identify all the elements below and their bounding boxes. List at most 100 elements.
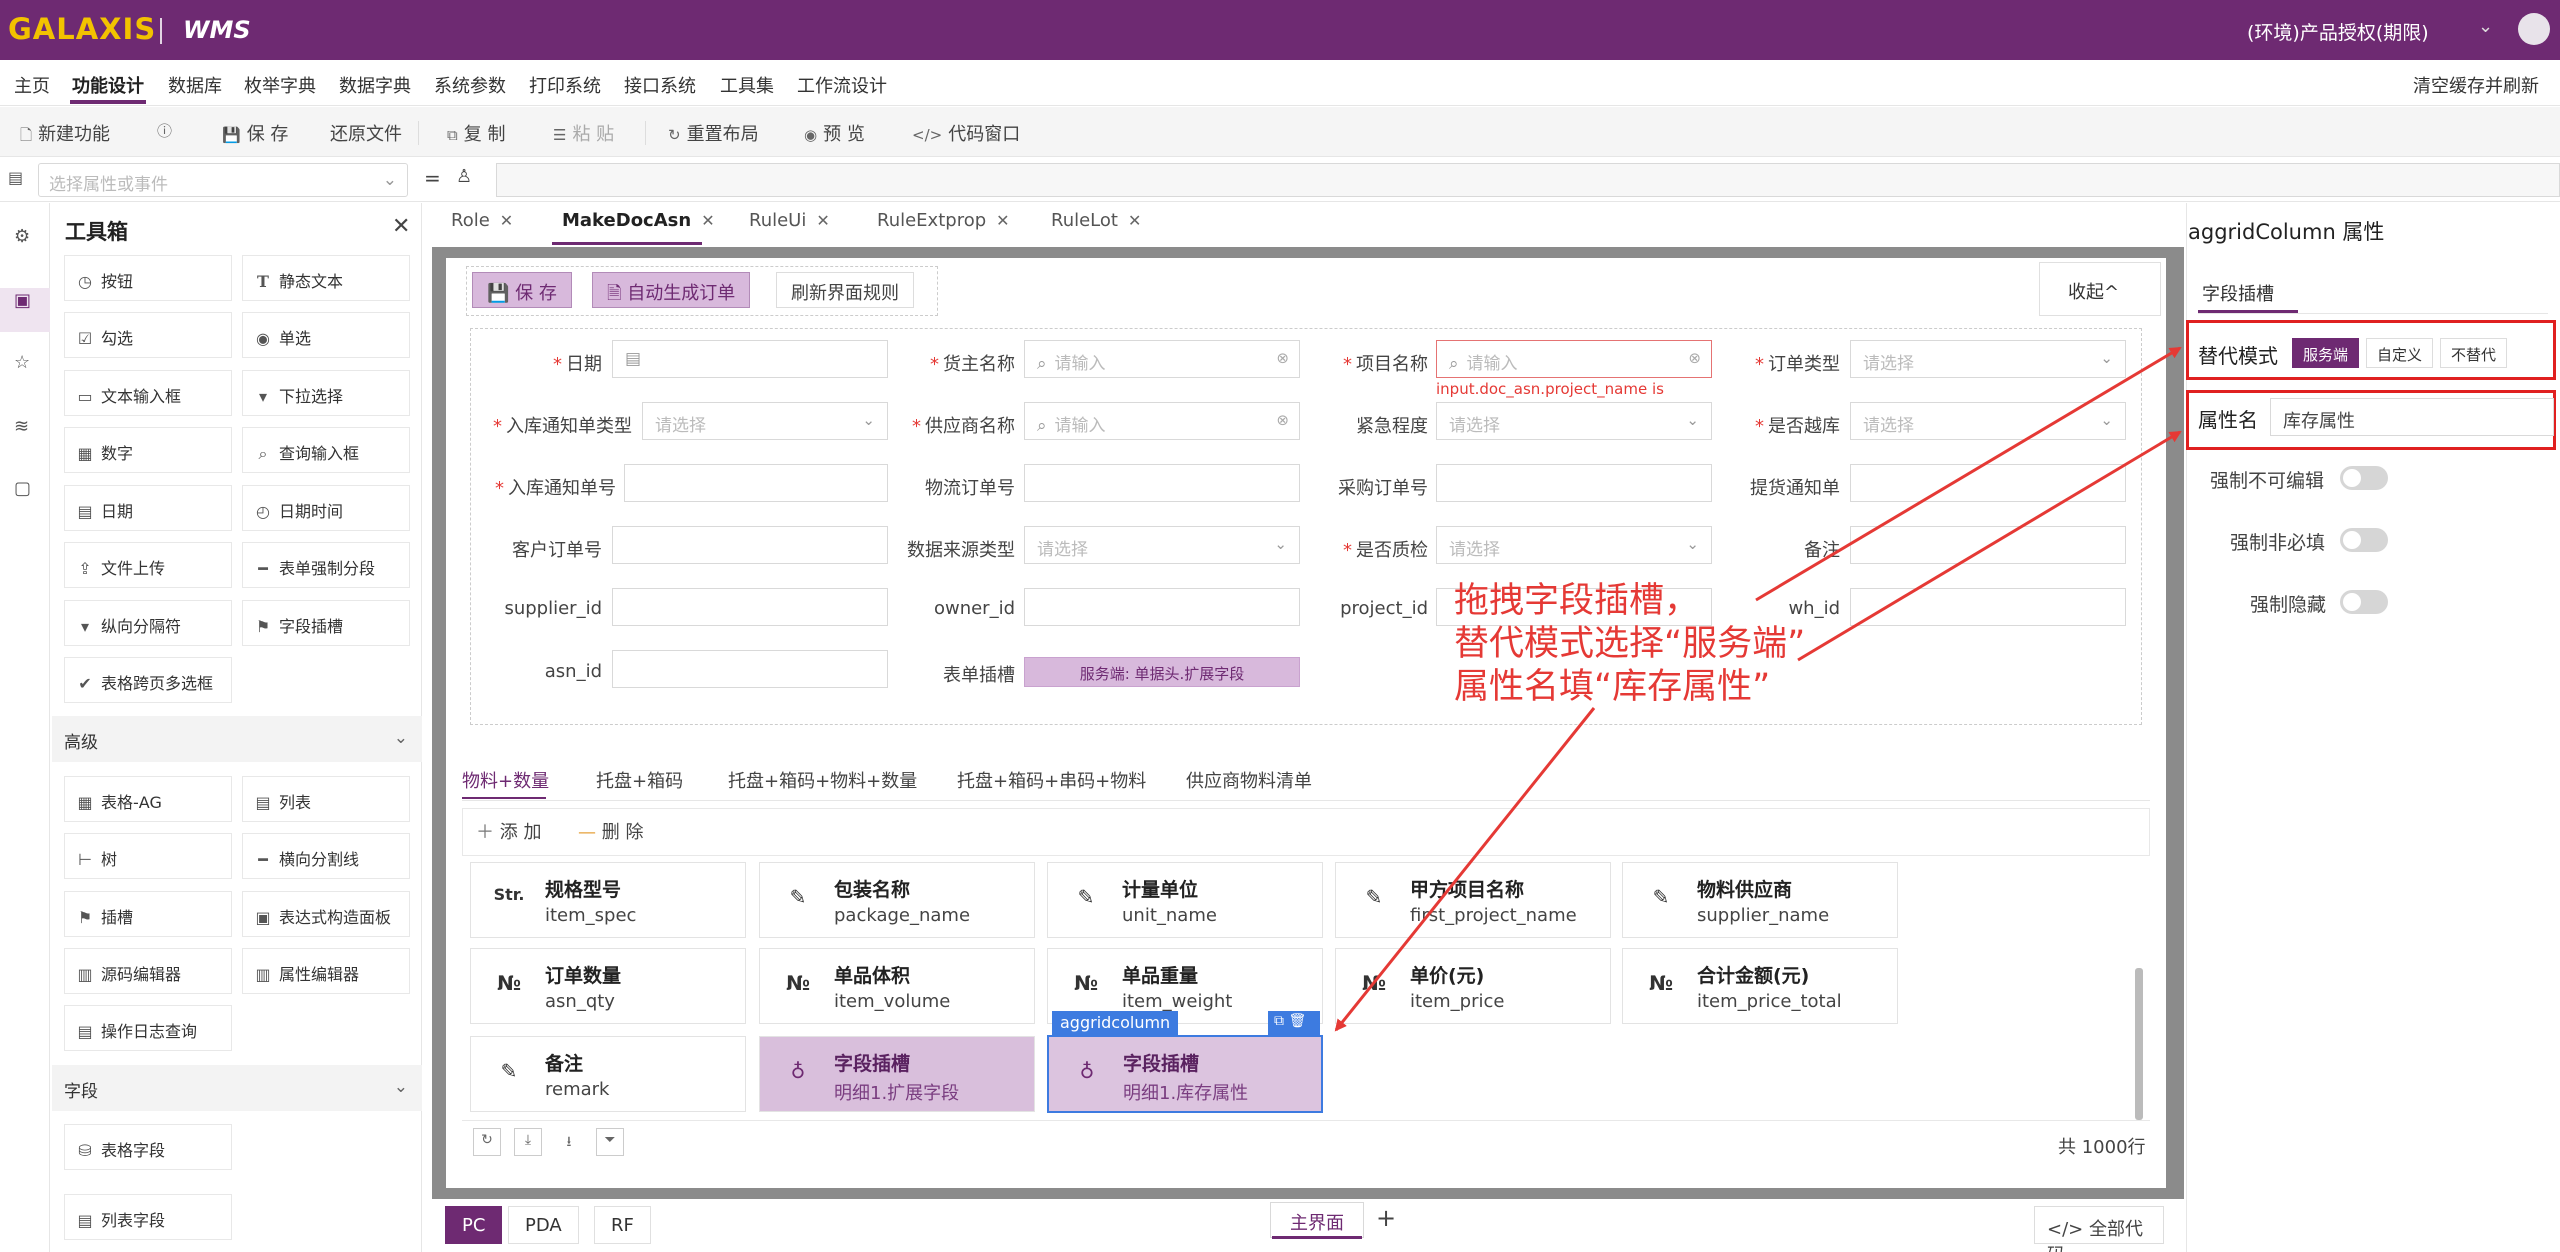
- tool-number[interactable]: ▦ 数字: [64, 427, 232, 473]
- supplier-input[interactable]: ⌕ 请输入 ⊗: [1024, 402, 1300, 440]
- field-card[interactable]: № 单价(元) item_price: [1335, 948, 1611, 1024]
- menu-database[interactable]: 数据库: [168, 72, 222, 98]
- avatar[interactable]: [2518, 13, 2550, 45]
- field-slot-card[interactable]: ♁ 字段插槽 明细1.扩展字段: [759, 1036, 1035, 1112]
- tool-checkbox[interactable]: ☑ 勾选: [64, 312, 232, 358]
- section-fields[interactable]: 字段 ⌄: [52, 1065, 422, 1111]
- menu-home[interactable]: 主页: [14, 72, 50, 98]
- tool-datetime[interactable]: ◴ 日期时间: [242, 485, 410, 531]
- overbook-select[interactable]: 请选择 ⌄: [1850, 402, 2126, 440]
- field-card[interactable]: Str. 规格型号 item_spec: [470, 862, 746, 938]
- mode-server[interactable]: 服务端: [2292, 338, 2360, 368]
- tool-slot[interactable]: ⚑ 插槽: [64, 891, 232, 937]
- toolbox-icon[interactable]: ▣: [14, 290, 31, 311]
- tool-list[interactable]: ▤ 列表: [242, 776, 410, 822]
- tool-source-editor[interactable]: ▥ 源码编辑器: [64, 948, 232, 994]
- clear-cache-link[interactable]: 清空缓存并刷新: [2413, 72, 2539, 98]
- mode-custom[interactable]: 自定义: [2366, 338, 2434, 368]
- supplier-id-input[interactable]: [612, 588, 888, 626]
- add-view-icon[interactable]: +: [1376, 1204, 1396, 1232]
- auto-order-button[interactable]: 🗎 自动生成订单: [592, 272, 751, 308]
- tool-cross-page-select[interactable]: ✔ 表格跨页多选框: [64, 657, 232, 703]
- components-icon[interactable]: ⚙: [14, 226, 30, 247]
- readonly-switch[interactable]: [2340, 466, 2388, 490]
- form-slot-tag[interactable]: 服务端: 单据头.扩展字段: [1024, 657, 1300, 687]
- tab-rulelot[interactable]: RuleLot ✕: [1051, 210, 1141, 231]
- wh-id-input[interactable]: [1850, 588, 2126, 626]
- menu-system-params[interactable]: 系统参数: [434, 72, 506, 98]
- owner-id-input[interactable]: [1024, 588, 1300, 626]
- close-icon[interactable]: ✕: [1128, 211, 1141, 230]
- page-icon[interactable]: ▢: [14, 478, 31, 499]
- info-icon[interactable]: ⓘ: [157, 120, 178, 141]
- notice-type-select[interactable]: 请选择 ⌄: [642, 402, 888, 440]
- refresh-icon[interactable]: ↻: [473, 1128, 501, 1156]
- export-icon[interactable]: ⭳: [555, 1128, 583, 1156]
- date-input[interactable]: ▤: [612, 340, 888, 378]
- tool-file-upload[interactable]: ⇪ 文件上传: [64, 542, 232, 588]
- reset-layout-button[interactable]: ↻ 重置布局: [668, 120, 759, 146]
- field-card[interactable]: № 合计金额(元) item_price_total: [1622, 948, 1898, 1024]
- main-view-tab[interactable]: 主界面: [1270, 1202, 1364, 1238]
- field-card[interactable]: ✎ 甲方项目名称 first_project_name: [1335, 862, 1611, 938]
- field-card[interactable]: ✎ 包装名称 package_name: [759, 862, 1035, 938]
- tool-expression-panel[interactable]: ▣ 表达式构造面板: [242, 891, 410, 937]
- menu-interface-system[interactable]: 接口系统: [624, 72, 696, 98]
- paste-button[interactable]: ☰ 粘 贴: [553, 120, 614, 146]
- tool-property-editor[interactable]: ▥ 属性编辑器: [242, 948, 410, 994]
- copy-button[interactable]: ⧉ 复 制: [447, 120, 505, 146]
- urgency-select[interactable]: 请选择 ⌄: [1436, 402, 1712, 440]
- inner-tab-pallet-box-serial-material[interactable]: 托盘+箱码+串码+物料: [957, 767, 1146, 793]
- platform-tab-rf[interactable]: RF: [594, 1206, 651, 1244]
- tool-list-field[interactable]: ▤ 列表字段: [64, 1194, 232, 1240]
- field-card[interactable]: ✎ 备注 remark: [470, 1036, 746, 1112]
- field-card[interactable]: ✎ 物料供应商 supplier_name: [1622, 862, 1898, 938]
- pickup-input[interactable]: [1850, 464, 2126, 502]
- grid-scrollbar[interactable]: [2135, 968, 2143, 1120]
- tab-field-slot[interactable]: 字段插槽: [2202, 280, 2274, 306]
- user-icon[interactable]: ♙: [456, 166, 472, 187]
- order-type-select[interactable]: 请选择 ⌄: [1850, 340, 2126, 378]
- tool-button[interactable]: ◷ 按钮: [64, 255, 232, 301]
- chevron-down-icon[interactable]: ⌄: [2478, 16, 2493, 37]
- trash-icon[interactable]: 🗑: [1288, 1013, 1306, 1029]
- property-select[interactable]: 选择属性或事件 ⌄: [38, 163, 408, 197]
- source-select[interactable]: 请选择 ⌄: [1024, 526, 1300, 564]
- tab-makedocasn[interactable]: MakeDocAsn ✕: [562, 210, 715, 231]
- project-input[interactable]: ⌕ 请输入 ⊗: [1436, 340, 1712, 378]
- tool-form-section[interactable]: ━ 表单强制分段: [242, 542, 410, 588]
- mode-none[interactable]: 不替代: [2440, 338, 2508, 368]
- section-advanced[interactable]: 高级 ⌄: [52, 716, 422, 762]
- notice-no-input[interactable]: [624, 464, 888, 502]
- tab-ruleui[interactable]: RuleUi ✕: [749, 210, 830, 231]
- owner-input[interactable]: ⌕ 请输入 ⊗: [1024, 340, 1300, 378]
- tool-horizontal-divider[interactable]: ━ 横向分割线: [242, 833, 410, 879]
- field-slot-card-selected[interactable]: ♁ 字段插槽 明细1.库存属性: [1047, 1035, 1323, 1113]
- code-window-button[interactable]: </> 代码窗口: [912, 120, 1020, 146]
- qc-select[interactable]: 请选择 ⌄: [1436, 526, 1712, 564]
- form-save-button[interactable]: 💾 保 存: [472, 272, 572, 308]
- delete-row-button[interactable]: — 删 除: [578, 818, 643, 844]
- layers-icon[interactable]: ≋: [14, 416, 29, 437]
- menu-data-dict[interactable]: 数据字典: [339, 72, 411, 98]
- optional-switch[interactable]: [2340, 528, 2388, 552]
- tool-tree[interactable]: ⊢ 树: [64, 833, 232, 879]
- tool-field-slot[interactable]: ⚑ 字段插槽: [242, 600, 410, 646]
- restore-button[interactable]: 还原文件: [330, 120, 402, 146]
- tool-dropdown[interactable]: ▾ 下拉选择: [242, 370, 410, 416]
- list-icon[interactable]: ▤: [8, 168, 23, 187]
- collapse-button[interactable]: 收起^: [2039, 262, 2161, 316]
- close-icon[interactable]: ✕: [701, 211, 714, 230]
- menu-function-design[interactable]: 功能设计: [72, 72, 144, 98]
- logistics-input[interactable]: [1024, 464, 1300, 502]
- expression-input[interactable]: [496, 163, 2560, 197]
- tab-role[interactable]: Role ✕: [451, 210, 513, 231]
- platform-tab-pc[interactable]: PC: [445, 1206, 503, 1244]
- tool-table-field[interactable]: ⛁ 表格字段: [64, 1124, 232, 1170]
- tool-date[interactable]: ▤ 日期: [64, 485, 232, 531]
- tool-query-input[interactable]: ⌕ 查询输入框: [242, 427, 410, 473]
- attr-name-input[interactable]: 库存属性: [2270, 398, 2554, 436]
- tool-text-input[interactable]: ▭ 文本输入框: [64, 370, 232, 416]
- preview-button[interactable]: ◉ 预 览: [804, 120, 865, 146]
- close-icon[interactable]: ✕: [996, 211, 1009, 230]
